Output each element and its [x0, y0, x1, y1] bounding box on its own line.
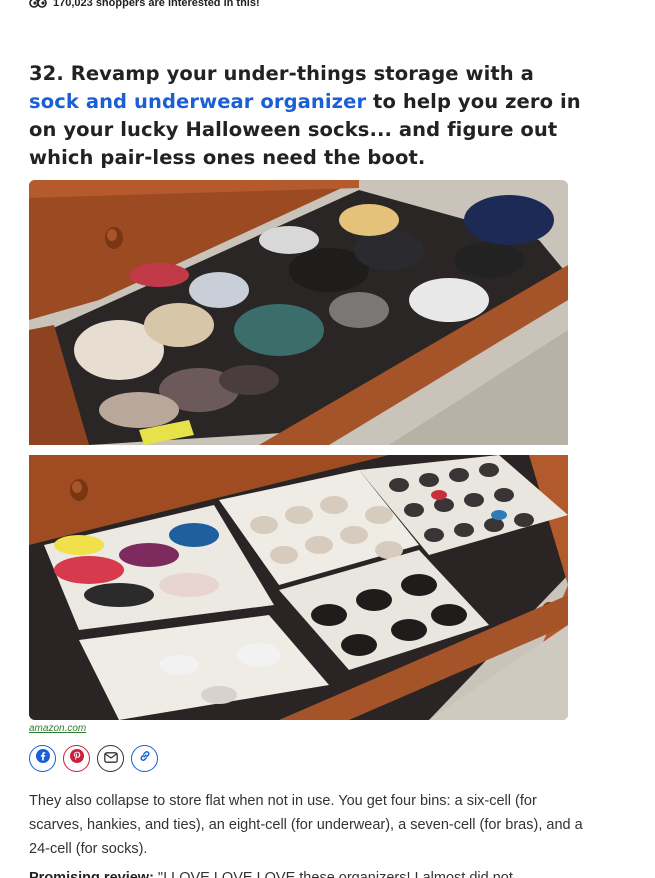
review-snippet: Promising review: "I LOVE LOVE LOVE thes…: [29, 866, 629, 878]
product-link[interactable]: sock and underwear organizer: [29, 90, 366, 113]
share-facebook-button[interactable]: [29, 745, 56, 772]
headline-prefix: 32. Revamp your under-things storage wit…: [29, 62, 534, 85]
mail-icon: [103, 750, 118, 768]
review-text: "I LOVE LOVE LOVE these organizers! I al…: [153, 870, 513, 878]
share-row: [29, 745, 158, 772]
facebook-icon: [35, 749, 50, 768]
eyes-icon: [29, 0, 47, 8]
copy-link-button[interactable]: [131, 745, 158, 772]
share-pinterest-button[interactable]: [63, 745, 90, 772]
link-icon: [138, 749, 152, 768]
item-headline: 32. Revamp your under-things storage wit…: [29, 60, 589, 172]
share-email-button[interactable]: [97, 745, 124, 772]
interest-text: 170,023 shoppers are interested in this!: [53, 0, 260, 9]
product-image-before: [29, 180, 568, 445]
interest-row: 170,023 shoppers are interested in this!: [29, 0, 260, 12]
product-description: They also collapse to store flat when no…: [29, 793, 583, 857]
pinterest-icon: [69, 749, 84, 768]
article-page: 170,023 shoppers are interested in this!…: [0, 0, 655, 878]
review-label: Promising review:: [29, 870, 154, 878]
source-link[interactable]: amazon.com: [29, 723, 86, 734]
product-image-after: [29, 455, 568, 720]
